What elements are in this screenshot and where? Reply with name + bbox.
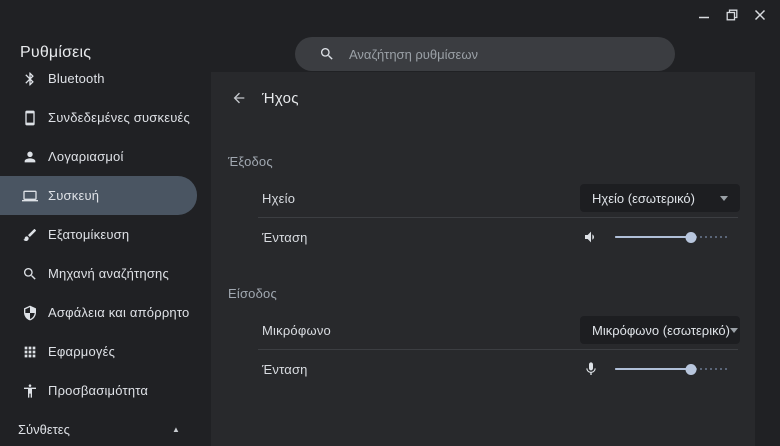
sidebar-item-label: Συνδεδεμένες συσκευές bbox=[48, 110, 190, 125]
page-title: Ήχος bbox=[262, 89, 299, 107]
settings-window: Ρυθμίσεις Bluetooth Συνδεδεμένες συσκευέ… bbox=[0, 0, 780, 446]
microphone-icon bbox=[583, 361, 599, 377]
input-volume-label: Ένταση bbox=[262, 361, 308, 377]
sidebar-item-label: Εφαρμογές bbox=[48, 344, 116, 359]
output-volume-label: Ένταση bbox=[262, 229, 308, 245]
brush-icon bbox=[22, 227, 38, 243]
app-title: Ρυθμίσεις bbox=[20, 44, 92, 61]
speaker-select[interactable]: Ηχείο (εσωτερικό) bbox=[580, 184, 740, 212]
sound-settings-page: Ήχος Έξοδος Ηχείο Ηχείο (εσωτερικό) Έντα… bbox=[211, 72, 755, 446]
sidebar-item-label: Συσκευή bbox=[48, 188, 100, 203]
speaker-row: Ηχείο Ηχείο (εσωτερικό) bbox=[211, 179, 755, 217]
chevron-down-icon bbox=[720, 195, 728, 201]
search-bar[interactable] bbox=[295, 37, 675, 71]
apps-grid-icon bbox=[22, 344, 38, 360]
sidebar-item-security-privacy[interactable]: Ασφάλεια και απόρρητο bbox=[0, 293, 197, 332]
sidebar-item-label: Εξατομίκευση bbox=[48, 227, 130, 242]
microphone-select-value: Μικρόφωνο (εσωτερικό) bbox=[592, 322, 730, 338]
sidebar-item-connected-devices[interactable]: Συνδεδεμένες συσκευές bbox=[0, 98, 197, 137]
speaker-select-value: Ηχείο (εσωτερικό) bbox=[592, 190, 695, 206]
speaker-label: Ηχείο bbox=[262, 190, 296, 206]
sidebar-item-label: Λογαριασμοί bbox=[48, 149, 124, 164]
search-icon bbox=[22, 266, 38, 282]
close-icon[interactable] bbox=[750, 5, 770, 25]
shield-icon bbox=[22, 305, 38, 321]
microphone-label: Μικρόφωνο bbox=[262, 322, 331, 338]
sidebar-item-label: Προσβασιμότητα bbox=[48, 383, 149, 398]
connected-devices-icon bbox=[22, 110, 38, 126]
chevron-down-icon bbox=[730, 327, 738, 333]
sidebar-advanced-toggle[interactable]: Σύνθετες ▲ bbox=[0, 410, 211, 446]
search-input[interactable] bbox=[349, 46, 649, 62]
search-icon bbox=[319, 46, 335, 62]
titlebar bbox=[694, 0, 780, 30]
sidebar-item-apps[interactable]: Εφαρμογές bbox=[0, 332, 197, 371]
sidebar-item-accessibility[interactable]: Προσβασιμότητα bbox=[0, 371, 197, 410]
content-right-gutter bbox=[755, 72, 780, 446]
slider-knob[interactable] bbox=[685, 364, 697, 375]
speaker-icon bbox=[583, 229, 599, 245]
input-volume-row: Ένταση bbox=[211, 350, 755, 388]
sidebar-item-search-engine[interactable]: Μηχανή αναζήτησης bbox=[0, 254, 197, 293]
microphone-row: Μικρόφωνο Μικρόφωνο (εσωτερικό) bbox=[211, 311, 755, 349]
laptop-icon bbox=[22, 188, 38, 204]
sidebar-item-label: Μηχανή αναζήτησης bbox=[48, 266, 169, 281]
bluetooth-icon bbox=[22, 72, 38, 87]
sidebar-item-device[interactable]: Συσκευή bbox=[0, 176, 197, 215]
chevron-up-icon: ▲ bbox=[172, 425, 180, 434]
sidebar-item-label: Bluetooth bbox=[48, 72, 105, 86]
microphone-select[interactable]: Μικρόφωνο (εσωτερικό) bbox=[580, 316, 740, 344]
sidebar-item-bluetooth[interactable]: Bluetooth bbox=[0, 72, 197, 98]
output-volume-slider[interactable] bbox=[615, 231, 727, 243]
slider-track-filled[interactable] bbox=[615, 368, 692, 370]
sidebar-item-personalization[interactable]: Εξατομίκευση bbox=[0, 215, 197, 254]
person-icon bbox=[22, 149, 38, 165]
back-arrow-icon[interactable] bbox=[231, 90, 247, 106]
page-header: Ήχος bbox=[211, 72, 755, 124]
accessibility-icon bbox=[22, 383, 38, 399]
sidebar-item-label: Ασφάλεια και απόρρητο bbox=[48, 305, 190, 320]
input-section-heading: Είσοδος bbox=[228, 286, 277, 301]
input-volume-slider[interactable] bbox=[615, 363, 727, 375]
output-volume-row: Ένταση bbox=[211, 218, 755, 256]
minimize-button[interactable] bbox=[694, 5, 714, 25]
slider-track-filled[interactable] bbox=[615, 236, 692, 238]
sidebar-item-accounts[interactable]: Λογαριασμοί bbox=[0, 137, 197, 176]
advanced-label: Σύνθετες bbox=[18, 422, 70, 437]
output-section-heading: Έξοδος bbox=[228, 154, 273, 169]
restore-button[interactable] bbox=[722, 5, 742, 25]
slider-knob[interactable] bbox=[685, 232, 697, 243]
header: Ρυθμίσεις bbox=[0, 0, 780, 72]
sidebar: Bluetooth Συνδεδεμένες συσκευές Λογαριασ… bbox=[0, 72, 211, 446]
